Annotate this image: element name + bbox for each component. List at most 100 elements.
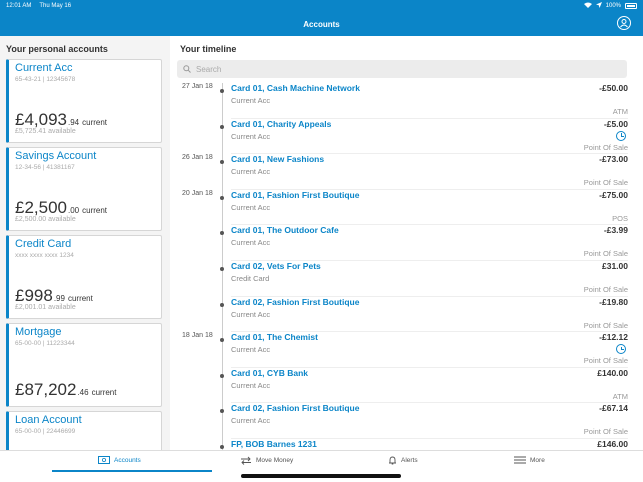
bell-icon [389, 456, 396, 465]
transaction-merchant: Card 01, CYB Bank [231, 367, 308, 378]
available-balance: £5,725.41 available [15, 128, 76, 135]
search-icon [183, 65, 191, 73]
account-card-mortgage[interactable]: Mortgage 65-00-00 | 11223344 £87,202 .46… [6, 323, 162, 407]
timeline-dot [220, 302, 224, 307]
transaction-merchant: Card 01, Charity Appeals [231, 118, 332, 129]
transaction-account: Current Acc [231, 167, 271, 177]
tab-move-money[interactable]: Move Money [240, 456, 293, 465]
transaction-row[interactable]: 20 Jan 18 Card 01, Fashion First Boutique… [170, 190, 643, 226]
transaction-merchant: Card 01, Cash Machine Network [231, 83, 360, 93]
accounts-heading: Your personal accounts [6, 44, 108, 54]
transaction-account: Current Acc [231, 380, 271, 390]
menu-icon [514, 456, 526, 464]
account-number: 12-34-56 | 41381167 [15, 164, 75, 171]
battery-percent: 100% [605, 3, 621, 9]
transaction-row[interactable]: Card 02, Fashion First Boutique Current A… [170, 297, 643, 333]
transaction-merchant: Card 01, New Fashions [231, 154, 325, 165]
user-icon [620, 19, 628, 28]
transaction-type: Point Of Sale [583, 249, 628, 259]
balance-main: £2,500 [15, 198, 67, 217]
tab-alerts[interactable]: Alerts [388, 456, 418, 465]
battery-icon [625, 3, 637, 9]
transaction-row[interactable]: 18 Jan 18 Card 01, The Chemist Current Acc… [170, 332, 643, 368]
available-balance: £2,001.01 available [15, 304, 76, 311]
account-name: Credit Card [15, 238, 72, 250]
balance-label: current [67, 294, 93, 303]
timeline-panel: Your timeline Search 27 Jan 18 Card 01, C… [170, 36, 643, 450]
transaction-amount: -£12.12 [599, 332, 628, 343]
timeline-dot [220, 409, 224, 414]
available-balance: £2,500.00 available [15, 216, 76, 223]
balance-pence: .00 [68, 206, 80, 215]
account-balance: £4,093 .94 current [15, 110, 107, 130]
tab-move-money-label: Move Money [256, 457, 294, 464]
transaction-row[interactable]: Card 01, CYB Bank Current Acc £140.00 ATM [170, 368, 643, 404]
transaction-row[interactable]: 26 Jan 18 Card 01, New Fashions Current Ac… [170, 154, 643, 190]
transaction-type: Point Of Sale [583, 178, 628, 188]
search-placeholder: Search [196, 64, 222, 74]
transaction-account: Current Acc [231, 345, 271, 355]
account-card-loan[interactable]: Loan Account 65-00-00 | 22446699 [6, 411, 162, 450]
timeline-dot [220, 195, 224, 200]
account-card-credit[interactable]: Credit Card xxxx xxxx xxxx 1234 £998 .99… [6, 235, 162, 319]
tab-more[interactable]: More [514, 456, 545, 464]
transaction-type: POS [612, 213, 628, 223]
balance-main: £998 [15, 286, 53, 305]
account-name: Savings Account [15, 150, 97, 162]
transaction-account: Current Acc [231, 309, 271, 319]
timeline-dot [220, 89, 224, 93]
pending-clock-icon [616, 130, 626, 141]
transaction-row[interactable]: Card 01, Charity Appeals Current Acc -£5.0… [170, 119, 643, 155]
location-icon [595, 2, 602, 10]
transaction-account: Credit Card [231, 273, 270, 283]
transaction-amount: £140.00 [597, 367, 628, 378]
timeline-dot [220, 444, 224, 449]
balance-pence: .99 [53, 294, 65, 303]
transaction-account: Current Acc [231, 131, 271, 141]
account-name: Loan Account [15, 414, 82, 426]
page-title: Accounts [303, 19, 340, 29]
transaction-merchant: Card 01, The Outdoor Cafe [231, 225, 339, 236]
tab-more-label: More [530, 456, 545, 464]
balance-label: current [91, 388, 117, 397]
account-balance: £998 .99 current [15, 286, 93, 306]
transaction-row[interactable]: 27 Jan 18 Card 01, Cash Machine Network Cu… [170, 83, 643, 119]
transaction-type: Point Of Sale [583, 284, 628, 294]
transaction-type: Point Of Sale [583, 320, 628, 330]
status-time: 12:01 AM [6, 3, 32, 9]
accounts-panel: Your personal accounts Current Acc 65-43… [0, 36, 170, 450]
transaction-amount: -£3.99 [603, 225, 628, 236]
account-number: 65-00-00 | 22446699 [15, 428, 76, 435]
tab-accounts[interactable]: Accounts [98, 456, 141, 464]
tab-accounts-label: Accounts [114, 456, 141, 464]
transaction-row[interactable]: Card 02, Fashion First Boutique Current A… [170, 403, 643, 439]
transaction-row[interactable]: Card 02, Vets For Pets Credit Card £31.00 P… [170, 261, 643, 297]
timeline-heading: Your timeline [180, 44, 237, 54]
transaction-merchant: Card 01, Fashion First Boutique [231, 189, 360, 200]
account-card-current[interactable]: Current Acc 65-43-21 | 12345678 £4,093 .… [6, 59, 162, 143]
transaction-amount: -£5.00 [603, 118, 628, 129]
search-field[interactable]: Search [177, 60, 627, 78]
account-name: Mortgage [15, 326, 62, 338]
transaction-account: Current Acc [231, 96, 271, 105]
transaction-amount: -£67.14 [599, 403, 628, 414]
status-bar: 12:01 AM Thu May 16 100% [0, 0, 643, 12]
account-number: 65-00-00 | 11223344 [15, 340, 75, 347]
transaction-amount: -£73.00 [599, 154, 628, 165]
balance-label: current [82, 118, 108, 127]
timeline-dot [220, 373, 224, 378]
profile-button[interactable] [617, 16, 631, 30]
transaction-account: Current Acc [231, 202, 271, 212]
account-list: Current Acc 65-43-21 | 12345678 £4,093 .… [0, 59, 170, 450]
balance-label: current [82, 206, 108, 215]
transaction-account: Current Acc [231, 416, 271, 426]
account-card-savings[interactable]: Savings Account 12-34-56 | 41381167 £2,5… [6, 147, 162, 231]
account-number: 65-43-21 | 12345678 [15, 76, 76, 83]
transaction-row[interactable]: FP, BOB Barnes 1231 £146.00 [170, 439, 643, 450]
account-name: Current Acc [15, 62, 73, 74]
nav-bar: Accounts [0, 12, 643, 36]
transaction-date: 26 Jan 18 [182, 154, 213, 162]
timeline-list: 27 Jan 18 Card 01, Cash Machine Network Cu… [170, 83, 643, 450]
transaction-row[interactable]: Card 01, The Outdoor Cafe Current Acc -£3.… [170, 225, 643, 261]
wifi-icon [583, 2, 592, 10]
